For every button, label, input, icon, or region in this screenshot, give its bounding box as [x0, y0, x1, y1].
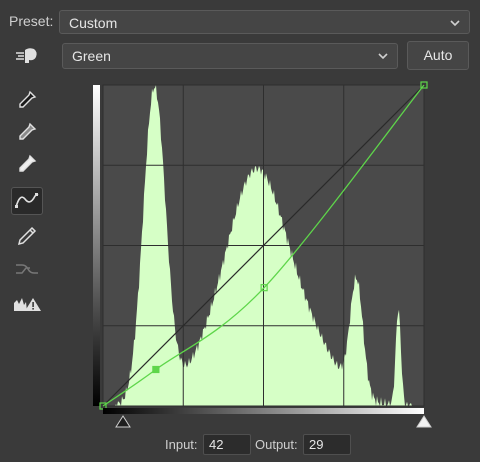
chevron-down-icon — [450, 20, 460, 27]
targeted-adjustment-icon — [16, 48, 37, 63]
input-output-row: Input: Output: — [0, 433, 480, 457]
curves-graph[interactable] — [93, 80, 435, 430]
curve-control-point[interactable] — [152, 365, 160, 374]
pencil-draw-tool[interactable] — [11, 222, 43, 250]
channel-select[interactable]: Green — [62, 43, 398, 69]
preset-row: Preset: Custom — [0, 0, 480, 44]
smooth-curve-tool[interactable] — [11, 255, 43, 283]
preset-label: Preset: — [9, 13, 54, 29]
black-point-eyedropper-icon — [19, 90, 37, 108]
gray-point-eyedropper[interactable] — [11, 118, 43, 146]
output-gradient-bar — [93, 85, 100, 406]
white-point-eyedropper[interactable] — [11, 150, 43, 178]
preset-value: Custom — [69, 15, 118, 31]
output-field[interactable] — [303, 434, 351, 455]
white-point-slider[interactable] — [416, 415, 432, 428]
gray-point-eyedropper-icon — [19, 122, 37, 140]
clipping-warning-tool[interactable] — [11, 290, 43, 318]
input-label: Input: — [165, 437, 198, 452]
curve-point-tool-icon — [15, 193, 39, 208]
channel-value: Green — [72, 48, 111, 64]
input-gradient-bar — [103, 408, 424, 414]
targeted-adjustment-tool[interactable] — [11, 42, 43, 70]
input-field[interactable] — [203, 434, 251, 455]
output-label: Output: — [255, 437, 298, 452]
smooth-curve-icon — [16, 264, 38, 274]
black-point-slider[interactable] — [115, 415, 131, 428]
auto-button[interactable]: Auto — [407, 41, 469, 70]
curve-point-tool[interactable] — [11, 187, 43, 215]
pencil-draw-icon — [17, 226, 37, 246]
preset-select[interactable]: Custom — [59, 10, 470, 34]
chevron-down-icon — [378, 53, 388, 60]
black-point-eyedropper[interactable] — [11, 86, 43, 114]
white-point-eyedropper-icon — [19, 154, 37, 172]
clipping-warning-icon — [14, 298, 41, 311]
